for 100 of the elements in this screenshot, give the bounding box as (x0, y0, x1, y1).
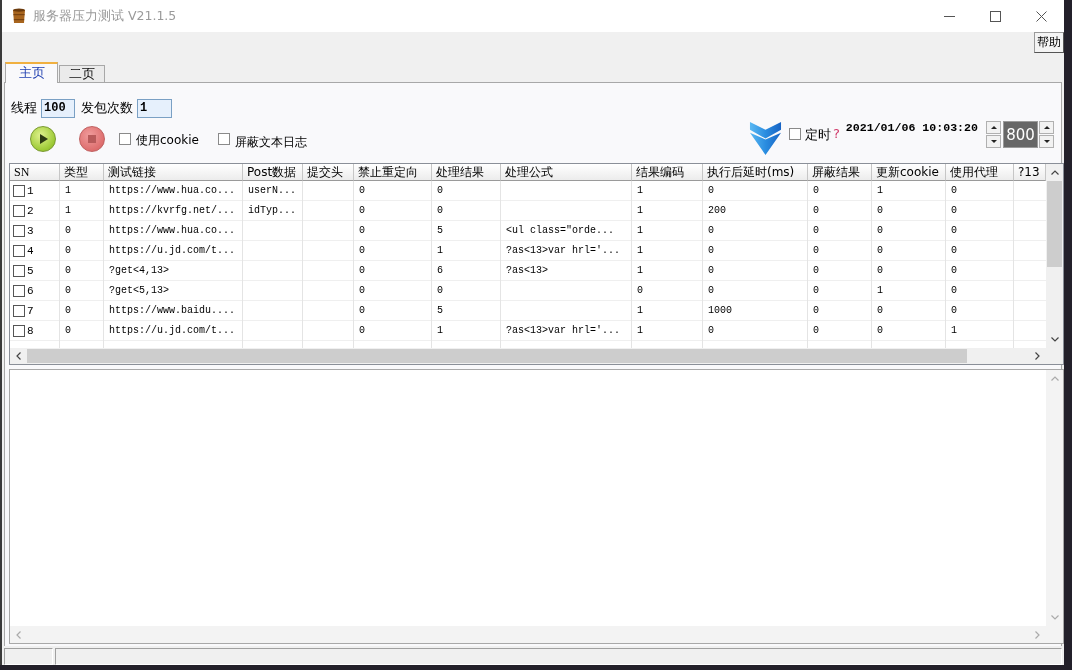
table-cell-text: 0 (950, 184, 958, 198)
close-icon (1035, 10, 1047, 22)
horizontal-scrollbar[interactable] (10, 348, 1046, 364)
spin-up-button[interactable] (1039, 121, 1054, 134)
table-cell-text: 1 (436, 324, 444, 338)
column-header[interactable]: SN (10, 164, 60, 181)
column-header[interactable]: 屏蔽结果 (808, 164, 872, 181)
table-cell-text: 0 (636, 284, 644, 298)
row-checkbox[interactable] (13, 185, 25, 197)
table-cell-text: https://www.baidu.... (108, 304, 237, 318)
column-header[interactable]: 处理公式 (501, 164, 632, 181)
table-cell-text: 0 (707, 244, 715, 258)
input-field[interactable]: 1 (137, 98, 172, 118)
checkbox[interactable] (217, 133, 230, 145)
row-number: 2 (27, 203, 34, 219)
table-cell-text: 0 (950, 264, 958, 278)
checkbox[interactable] (788, 128, 801, 140)
row-checkbox[interactable] (13, 285, 25, 297)
interval-field[interactable]: 800 (1003, 121, 1038, 148)
field-label: 线程 (11, 99, 37, 117)
table-cell-text: 0 (436, 204, 444, 218)
vertical-scrollbar[interactable] (1046, 164, 1063, 348)
scrollbar-thumb[interactable] (1047, 181, 1062, 267)
maximize-icon (989, 10, 1001, 22)
table-cell-text: 0 (950, 224, 958, 238)
column-header[interactable]: 提交头 (303, 164, 354, 181)
help-button[interactable]: 帮助 (1034, 32, 1064, 53)
double-arrow-down-icon[interactable] (748, 122, 782, 155)
help-mark[interactable]: ? (832, 126, 840, 141)
table-cell-text: 1 (876, 284, 884, 298)
table-cell-text: 0 (707, 184, 715, 198)
row-checkbox[interactable] (13, 325, 25, 337)
table-cell-text: 0 (876, 204, 884, 218)
row-number: 8 (27, 323, 34, 339)
row-checkbox[interactable] (13, 265, 25, 277)
table-cell-text: 0 (707, 264, 715, 278)
column-header[interactable]: 更新cookie (872, 164, 946, 181)
datetime-field[interactable]: 2021/01/06 10:03:20 (845, 121, 978, 134)
row-number: 7 (27, 303, 34, 319)
column-header[interactable]: 处理结果 (432, 164, 501, 181)
table-cell-text: 5 (436, 224, 444, 238)
window-title: 服务器压力测试 V21.1.5 (33, 7, 177, 25)
tab[interactable]: 二页 (59, 65, 105, 82)
column-header[interactable]: Post数据 (243, 164, 303, 181)
table-cell-text: 0 (876, 264, 884, 278)
table-cell-text: <ul class="orde... (505, 224, 616, 238)
table-cell-text: 1 (636, 244, 644, 258)
spin-down-button[interactable] (1039, 135, 1054, 148)
table-cell-text: 0 (358, 184, 366, 198)
table-cell-text: 1000 (707, 304, 733, 318)
table-cell-text: 0 (950, 284, 958, 298)
checkbox[interactable] (119, 133, 131, 145)
table-cell-text: ?as<13>var hrl='... (505, 244, 622, 258)
column-header[interactable]: 禁止重定向 (354, 164, 432, 181)
table-cell-text: 0 (436, 284, 444, 298)
down-triangle-icon (990, 140, 997, 143)
column-header[interactable]: 测试链接 (104, 164, 243, 181)
stop-button[interactable] (79, 126, 105, 152)
up-triangle-icon (1043, 126, 1050, 129)
bucket-icon (12, 8, 26, 24)
table-cell-text: 6 (436, 264, 444, 278)
spin-down-button[interactable] (986, 135, 1001, 148)
table-cell-text: 0 (950, 204, 958, 218)
spin-up-button[interactable] (986, 121, 1001, 134)
up-triangle-icon (990, 126, 997, 129)
chevron-down-icon (1050, 337, 1059, 342)
row-number: 1 (27, 183, 34, 199)
table-cell-text: 0 (64, 304, 72, 318)
chevron-down-icon (1050, 615, 1059, 620)
table-cell-text: 0 (64, 264, 72, 278)
column-header[interactable]: 结果编码 (632, 164, 703, 181)
down-triangle-icon (1043, 140, 1050, 143)
table-cell-text: 1 (636, 264, 644, 278)
row-checkbox[interactable] (13, 205, 25, 217)
table-cell-text: 0 (64, 224, 72, 238)
table-cell-text: 0 (876, 304, 884, 318)
checkbox-label: 定时 (804, 127, 831, 144)
tab[interactable]: 主页 (5, 62, 58, 83)
table-cell-text: idTyp... (247, 204, 297, 218)
play-icon (40, 134, 48, 144)
table-cell-text: https://u.jd.com/t... (108, 324, 237, 338)
column-header[interactable]: ?13 (1014, 164, 1046, 181)
row-checkbox[interactable] (13, 225, 25, 237)
column-header[interactable]: 类型 (60, 164, 104, 181)
row-checkbox[interactable] (13, 245, 25, 257)
table-cell-text: 0 (358, 284, 366, 298)
start-button[interactable] (30, 126, 56, 152)
scrollbar-thumb[interactable] (27, 349, 967, 363)
table-cell-text: 0 (358, 244, 366, 258)
row-checkbox[interactable] (13, 305, 25, 317)
input-field[interactable]: 100 (41, 98, 75, 118)
column-header[interactable]: 使用代理 (946, 164, 1014, 181)
column-header[interactable]: 执行后延时(ms) (703, 164, 808, 181)
table-cell-text: 0 (812, 204, 820, 218)
table-cell-text: 0 (876, 324, 884, 338)
table-cell-text: 0 (358, 224, 366, 238)
field-label: 发包次数 (81, 99, 133, 117)
table-cell-text: 0 (812, 224, 820, 238)
table-cell-text: ?as<13>var hrl='... (505, 324, 622, 338)
row-number: 6 (27, 283, 34, 299)
